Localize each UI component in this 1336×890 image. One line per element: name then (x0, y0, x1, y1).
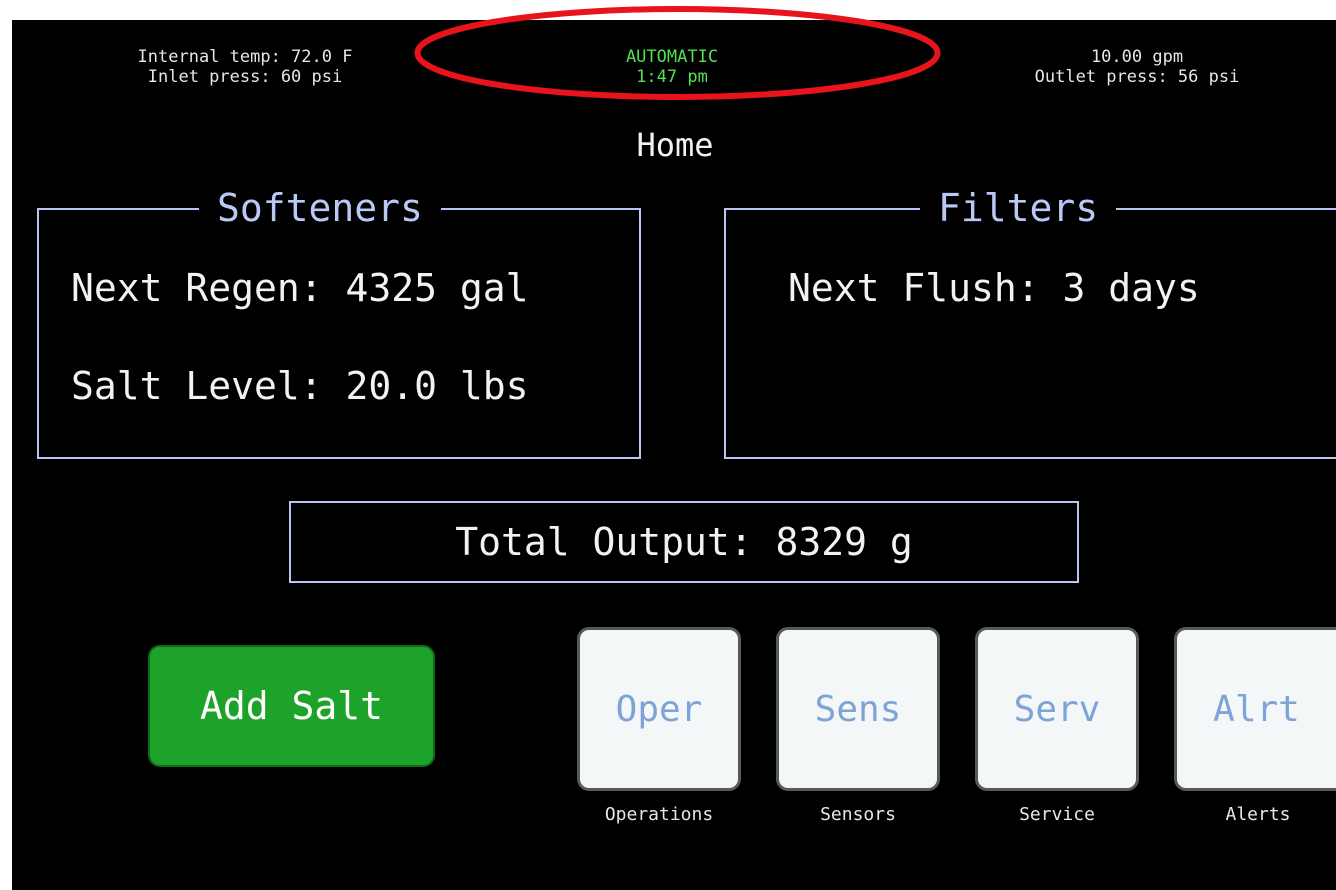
sensors-button[interactable]: Sens (776, 627, 940, 791)
flow-rate-readout: 10.00 gpm (1090, 47, 1184, 67)
next-regen-value: Next Regen: 4325 gal (71, 266, 529, 310)
alerts-button[interactable]: Alrt (1174, 627, 1336, 791)
mode-indicator: AUTOMATIC (625, 47, 719, 67)
softeners-panel: Softeners Next Regen: 4325 gal Salt Leve… (37, 186, 641, 459)
clock: 1:47 pm (636, 67, 708, 87)
filters-panel: Filters Next Flush: 3 days (724, 186, 1336, 459)
service-caption: Service (1019, 804, 1095, 825)
outlet-pressure-readout: Outlet press: 56 psi (1034, 67, 1240, 87)
status-center: AUTOMATIC 1:47 pm (592, 47, 752, 87)
sensors-caption: Sensors (820, 804, 896, 825)
inlet-pressure-readout: Inlet press: 60 psi (147, 67, 343, 87)
salt-level-value: Salt Level: 20.0 lbs (71, 364, 529, 408)
filters-title: Filters (920, 186, 1117, 230)
operations-caption: Operations (604, 804, 714, 825)
softeners-title: Softeners (199, 186, 441, 230)
service-button[interactable]: Serv (975, 627, 1139, 791)
add-salt-button[interactable]: Add Salt (148, 645, 435, 767)
status-right: 10.00 gpm Outlet press: 56 psi (977, 47, 1297, 87)
total-output-display: Total Output: 8329 g (289, 501, 1079, 583)
internal-temp-readout: Internal temp: 72.0 F (137, 47, 353, 67)
alerts-caption: Alerts (1225, 804, 1291, 825)
operations-button[interactable]: Oper (577, 627, 741, 791)
page-title: Home (636, 126, 714, 164)
device-screen: Internal temp: 72.0 F Inlet press: 60 ps… (12, 20, 1336, 890)
status-left: Internal temp: 72.0 F Inlet press: 60 ps… (100, 47, 390, 87)
next-flush-value: Next Flush: 3 days (788, 266, 1200, 310)
